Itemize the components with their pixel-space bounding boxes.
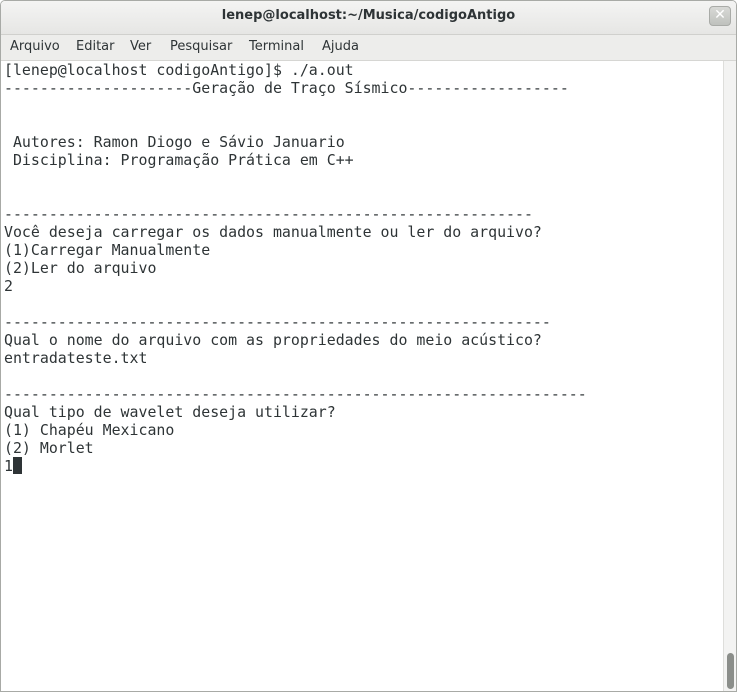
menu-terminal[interactable]: Terminal [249, 39, 304, 54]
terminal-line: Você deseja carregar os dados manualment… [4, 223, 542, 241]
terminal-line: ----------------------------------------… [4, 313, 551, 331]
terminal-line: ---------------------Geração de Traço Sí… [4, 79, 569, 97]
title-bar[interactable]: lenep@localhost:~/Musica/codigoAntigo ✕ [1, 1, 736, 35]
terminal-line: (2) Morlet [4, 439, 94, 457]
text-cursor [12, 457, 22, 474]
terminal-line: 2 [4, 277, 13, 295]
terminal-line: (1)Carregar Manualmente [4, 241, 211, 259]
terminal-line: Autores: Ramon Diogo e Sávio Januario [4, 133, 345, 151]
menu-ver[interactable]: Ver [130, 39, 151, 54]
terminal-output[interactable]: [lenep@localhost codigoAntigo]$ ./a.out … [1, 61, 723, 691]
typed-input: 1 [4, 457, 13, 475]
terminal-line: ----------------------------------------… [4, 205, 533, 223]
terminal-line: Qual tipo de wavelet deseja utilizar? [4, 403, 336, 421]
vertical-scrollbar[interactable] [723, 61, 736, 691]
window-title: lenep@localhost:~/Musica/codigoAntigo [221, 8, 516, 23]
terminal-line: [lenep@localhost codigoAntigo]$ ./a.out [4, 61, 354, 79]
menu-bar: Arquivo Editar Ver Pesquisar Terminal Aj… [1, 35, 736, 61]
close-icon: ✕ [714, 7, 726, 23]
terminal-line: entradateste.txt [4, 349, 148, 367]
terminal-window: lenep@localhost:~/Musica/codigoAntigo ✕ … [0, 0, 737, 692]
menu-pesquisar[interactable]: Pesquisar [170, 39, 232, 54]
scrollbar-thumb[interactable] [727, 653, 734, 689]
terminal-line: Qual o nome do arquivo com as propriedad… [4, 331, 542, 349]
terminal-line: (2)Ler do arquivo [4, 259, 157, 277]
close-button[interactable]: ✕ [709, 6, 731, 26]
terminal-line: ----------------------------------------… [4, 385, 587, 403]
menu-editar[interactable]: Editar [76, 39, 115, 54]
menu-arquivo[interactable]: Arquivo [10, 39, 60, 54]
terminal-input-line[interactable]: 1 [4, 457, 22, 475]
menu-ajuda[interactable]: Ajuda [322, 39, 359, 54]
terminal-line: (1) Chapéu Mexicano [4, 421, 175, 439]
terminal-line: Disciplina: Programação Prática em C++ [4, 151, 354, 169]
